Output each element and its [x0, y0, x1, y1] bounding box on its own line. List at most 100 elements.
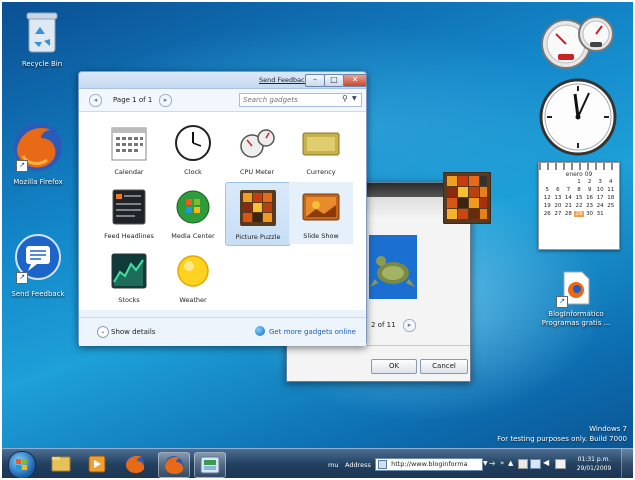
gadget-currency[interactable]: Currency: [289, 118, 353, 180]
calendar-day[interactable]: 4: [605, 179, 616, 185]
gadget-slide-show[interactable]: Slide Show: [289, 182, 353, 244]
calendar-empty-cell: [563, 179, 574, 185]
calendar-day[interactable]: 16: [584, 195, 595, 201]
taskbar-firefox-button[interactable]: [120, 452, 150, 476]
gadget-media-center[interactable]: Media Center: [161, 182, 225, 244]
system-clock[interactable]: 01:31 p.m. 29/01/2009: [574, 455, 614, 473]
calendar-day[interactable]: 30: [584, 211, 595, 217]
send-feedback-shortcut[interactable]: ↗ Send Feedback: [6, 232, 70, 298]
calendar-day[interactable]: 9: [584, 187, 595, 193]
calendar-day[interactable]: 31: [595, 211, 606, 217]
address-bar[interactable]: http://www.bloginforma: [375, 458, 483, 471]
maximize-button[interactable]: □: [324, 74, 344, 87]
gadget-label: Calendar: [114, 168, 144, 176]
calendar-day[interactable]: 11: [605, 187, 616, 193]
calendar-day[interactable]: 14: [563, 195, 574, 201]
show-hidden-icons-button[interactable]: ▲: [508, 459, 513, 467]
calendar-day[interactable]: 7: [563, 187, 574, 193]
calendar-day[interactable]: 24: [595, 203, 606, 209]
clock-gadget-icon: [175, 125, 211, 161]
firefox-label: Mozilla Firefox: [13, 178, 63, 186]
calendar-day[interactable]: 26: [542, 211, 553, 217]
next-page-button[interactable]: ▸: [159, 94, 172, 107]
windows-logo-icon: [16, 459, 27, 470]
calendar-gadget[interactable]: enero 09 1 2 3 4 5 6 7 8 9 10 11 12 13 14 15 16 17 18 19 20…: [538, 162, 620, 250]
calendar-day[interactable]: 17: [595, 195, 606, 201]
taskbar-firefox-window-button[interactable]: [158, 452, 190, 478]
taskbar-explorer-button[interactable]: [46, 452, 76, 476]
taskbar-media-player-button[interactable]: [82, 452, 112, 476]
show-desktop-button[interactable]: [621, 449, 633, 478]
cpu-meter-gadget[interactable]: [538, 14, 618, 70]
gadget-label: Picture Puzzle: [235, 233, 281, 241]
prev-page-button[interactable]: ◂: [89, 94, 102, 107]
bloginformatico-shortcut[interactable]: ↗ BlogInformático Programas gratis ...: [540, 270, 612, 328]
search-icon[interactable]: ⚲: [342, 94, 348, 103]
recycle-bin-icon[interactable]: Recycle Bin: [10, 8, 74, 68]
stocks-gadget-icon: [111, 253, 147, 289]
calendar-day[interactable]: 20: [553, 203, 564, 209]
calendar-day[interactable]: 6: [553, 187, 564, 193]
calendar-day[interactable]: 2: [584, 179, 595, 185]
gallery-footer: ⌄ Show details Get more gadgets online: [79, 317, 366, 346]
clock-gadget[interactable]: [539, 78, 617, 156]
close-button[interactable]: ✕: [343, 74, 367, 87]
gadget-calendar[interactable]: Calendar: [97, 118, 161, 180]
calendar-day[interactable]: 12: [542, 195, 553, 201]
gadget-clock[interactable]: Clock: [161, 118, 225, 180]
firefox-icon: [165, 456, 184, 475]
gadget-picture-puzzle[interactable]: Picture Puzzle: [225, 182, 291, 246]
network-icon[interactable]: [530, 459, 541, 469]
gadget-cpu-meter[interactable]: CPU Meter: [225, 118, 289, 180]
calendar-grid: 1 2 3 4 5 6 7 8 9 10 11 12 13 14 15 16 17 18 19 20 21 22 23 24 2…: [539, 179, 619, 217]
start-button[interactable]: [8, 451, 36, 478]
calendar-day[interactable]: 5: [542, 187, 553, 193]
calendar-day[interactable]: 18: [605, 195, 616, 201]
calendar-day[interactable]: 23: [584, 203, 595, 209]
cancel-button[interactable]: Cancel: [420, 359, 468, 374]
build-watermark: Windows 7 For testing purposes only. Bui…: [497, 424, 627, 444]
shortcut-arrow-icon: ↗: [16, 272, 28, 284]
calendar-day[interactable]: 25: [605, 203, 616, 209]
ok-button[interactable]: OK: [371, 359, 417, 374]
shortcut-arrow-icon: ↗: [556, 296, 568, 308]
gadget-stocks[interactable]: Stocks: [97, 246, 161, 308]
go-icon[interactable]: ➔: [489, 459, 496, 468]
picture-puzzle-gadget-dragging[interactable]: [443, 172, 491, 224]
show-details-link[interactable]: Show details: [111, 328, 155, 336]
calendar-day[interactable]: 22: [574, 203, 585, 209]
calendar-day[interactable]: 27: [553, 211, 564, 217]
calendar-day[interactable]: 10: [595, 187, 606, 193]
taskbar-gadgets-button[interactable]: [194, 452, 226, 478]
flag-icon[interactable]: [518, 459, 528, 469]
calendar-day[interactable]: 13: [553, 195, 564, 201]
volume-icon[interactable]: ◀: [543, 458, 549, 467]
get-more-gadgets-link[interactable]: Get more gadgets online: [269, 328, 356, 336]
calendar-day[interactable]: 1: [574, 179, 585, 185]
show-details-toggle-icon[interactable]: ⌄: [97, 326, 109, 338]
send-feedback-link[interactable]: Send Feedback: [259, 76, 308, 84]
gadget-weather[interactable]: Weather: [161, 246, 225, 308]
next-slide-button[interactable]: ▸: [403, 319, 416, 332]
firefox-shortcut[interactable]: ↗ Mozilla Firefox: [6, 120, 70, 186]
calendar-day[interactable]: 15: [574, 195, 585, 201]
desktop: Recycle Bin ↗ Mozilla Firefox ↗ Send Fee…: [2, 2, 633, 478]
minimize-button[interactable]: –: [305, 74, 325, 87]
recycle-bin-label: Recycle Bin: [21, 60, 63, 68]
calendar-day[interactable]: 3: [595, 179, 606, 185]
calendar-day[interactable]: 28: [563, 211, 574, 217]
search-dropdown-icon[interactable]: ▼: [352, 95, 357, 102]
language-icon[interactable]: [555, 459, 566, 469]
address-dropdown-icon[interactable]: ▼: [483, 460, 488, 467]
currency-gadget-icon: [302, 132, 340, 156]
calendar-day[interactable]: 21: [563, 203, 574, 209]
gadget-label: Currency: [306, 168, 336, 176]
calendar-day[interactable]: 29: [573, 211, 585, 217]
calendar-day[interactable]: 8: [574, 187, 585, 193]
address-value: http://www.bloginforma: [391, 460, 468, 468]
toolbar-chevron-icon[interactable]: »: [500, 459, 504, 467]
gadget-label: Clock: [184, 168, 202, 176]
calendar-day[interactable]: 19: [542, 203, 553, 209]
gadget-label: Weather: [179, 296, 207, 304]
gadget-feed-headlines[interactable]: Feed Headlines: [97, 182, 161, 244]
